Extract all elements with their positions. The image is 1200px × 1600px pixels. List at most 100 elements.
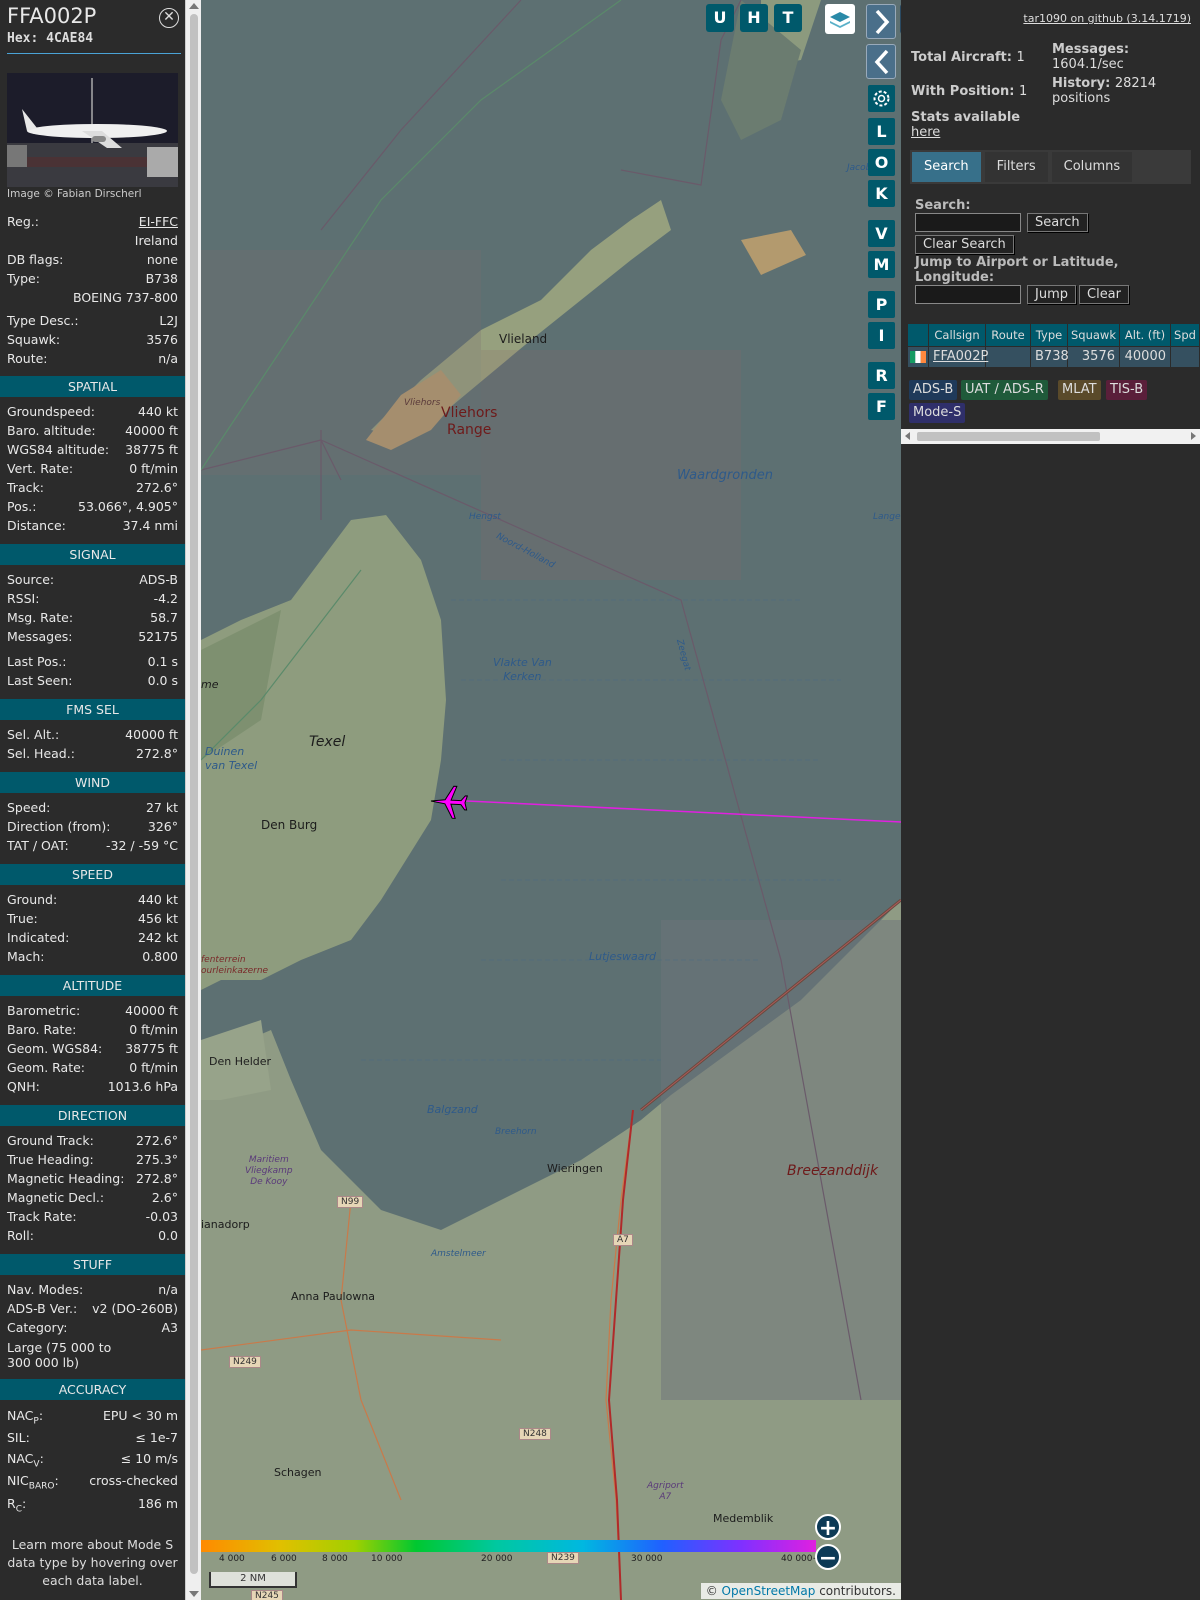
spatial-label[interactable]: WGS84 altitude: xyxy=(7,442,109,457)
table-horizontal-scrollbar[interactable] xyxy=(901,429,1200,444)
aircraft-icon[interactable] xyxy=(429,782,469,822)
clear-button[interactable]: Clear xyxy=(1079,285,1129,304)
direction-label[interactable]: Magnetic Decl.: xyxy=(7,1190,104,1205)
speed-label[interactable]: True: xyxy=(7,911,38,926)
spatial-label[interactable]: Distance: xyxy=(7,518,66,533)
k-button[interactable]: K xyxy=(868,180,895,207)
spatial-label[interactable]: Pos.: xyxy=(7,499,36,514)
o-button[interactable]: O xyxy=(868,149,895,176)
layers-button[interactable] xyxy=(825,4,855,34)
altitude-label[interactable]: Baro. Rate: xyxy=(7,1022,76,1037)
wind-label[interactable]: Direction (from): xyxy=(7,819,111,834)
zoom-out-button[interactable]: − xyxy=(815,1544,841,1571)
column-flag[interactable] xyxy=(908,324,929,346)
altitude-label[interactable]: QNH: xyxy=(7,1079,40,1094)
column-callsign[interactable]: Callsign xyxy=(929,324,986,346)
expand-right-button[interactable] xyxy=(866,4,896,39)
wind-value: 27 kt xyxy=(145,800,178,815)
map-view[interactable]: Vlieland Vliehors Vliehors Range Waardgr… xyxy=(201,0,901,1600)
horizontal-scroll-thumb[interactable] xyxy=(917,432,1100,441)
scroll-down-icon[interactable] xyxy=(189,1591,199,1597)
scroll-left-icon[interactable] xyxy=(905,432,910,440)
label-duinen-van-texel: Duinen van Texel xyxy=(205,745,258,772)
wind-label[interactable]: TAT / OAT: xyxy=(7,838,69,853)
direction-label[interactable]: True Heading: xyxy=(7,1152,94,1167)
altitude-label[interactable]: Geom. Rate: xyxy=(7,1060,85,1075)
stats-here-link[interactable]: here xyxy=(911,125,940,140)
wind-row: TAT / OAT: -32 / -59 °C xyxy=(7,838,178,856)
column-squawk[interactable]: Squawk xyxy=(1068,324,1120,346)
search-button[interactable]: Search xyxy=(1027,213,1088,232)
altitude-label[interactable]: Geom. WGS84: xyxy=(7,1041,102,1056)
source-badge-tisb[interactable]: TIS-B xyxy=(1106,380,1148,400)
signal-label[interactable]: Msg. Rate: xyxy=(7,610,73,625)
v-button[interactable]: V xyxy=(868,220,895,247)
signal-row: Last Seen: 0.0 s xyxy=(7,673,178,691)
scroll-thumb[interactable] xyxy=(190,14,198,1574)
clear-search-button[interactable]: Clear Search xyxy=(915,235,1014,254)
column-altitude[interactable]: Alt. (ft) xyxy=(1120,324,1171,346)
signal-label[interactable]: Messages: xyxy=(7,629,73,644)
scroll-right-icon[interactable] xyxy=(1191,432,1196,440)
column-type[interactable]: Type xyxy=(1031,324,1068,346)
source-badge-modes[interactable]: Mode-S xyxy=(909,403,966,423)
aircraft-photo[interactable] xyxy=(7,73,178,187)
row-callsign[interactable]: FFA002P xyxy=(929,347,988,367)
jump-button[interactable]: Jump xyxy=(1027,285,1076,304)
h-button[interactable]: H xyxy=(740,4,768,32)
source-badge-adsb[interactable]: ADS-B xyxy=(909,380,958,400)
signal-label[interactable]: Last Seen: xyxy=(7,673,72,688)
direction-label[interactable]: Roll: xyxy=(7,1228,34,1243)
t-button[interactable]: T xyxy=(774,4,802,32)
signal-label[interactable]: Source: xyxy=(7,572,54,587)
direction-label[interactable]: Track Rate: xyxy=(7,1209,77,1224)
tab-columns[interactable]: Columns xyxy=(1051,152,1133,182)
speed-label[interactable]: Ground: xyxy=(7,892,57,907)
column-route[interactable]: Route xyxy=(986,324,1031,346)
speed-label[interactable]: Mach: xyxy=(7,949,44,964)
stuff-label[interactable]: ADS-B Ver.: xyxy=(7,1301,77,1316)
l-button[interactable]: L xyxy=(868,118,895,145)
stuff-label[interactable]: Nav. Modes: xyxy=(7,1282,83,1297)
reg-link[interactable]: EI-FFC xyxy=(139,214,178,229)
tab-filters[interactable]: Filters xyxy=(984,152,1048,182)
speed-label[interactable]: Indicated: xyxy=(7,930,69,945)
source-badge-uat[interactable]: UAT / ADS-R xyxy=(961,380,1048,400)
fms-label[interactable]: Sel. Head.: xyxy=(7,746,75,761)
stuff-value: v2 (DO-260B) xyxy=(92,1301,178,1316)
u-button[interactable]: U xyxy=(706,4,734,32)
collapse-left-button[interactable] xyxy=(866,44,896,79)
github-link[interactable]: tar1090 on github (3.14.1719) xyxy=(1023,12,1191,25)
f-button[interactable]: F xyxy=(868,393,895,420)
p-button[interactable]: P xyxy=(868,291,895,318)
tab-search[interactable]: Search xyxy=(912,152,981,182)
spatial-label[interactable]: Groundspeed: xyxy=(7,404,95,419)
m-button[interactable]: M xyxy=(868,251,895,278)
signal-label[interactable]: RSSI: xyxy=(7,591,39,606)
close-icon[interactable]: ✕ xyxy=(159,8,179,28)
source-badge-mlat[interactable]: MLAT xyxy=(1058,380,1101,400)
sidebar-scrollbar[interactable] xyxy=(185,0,201,1600)
r-button[interactable]: R xyxy=(868,362,895,389)
direction-label[interactable]: Ground Track: xyxy=(7,1133,94,1148)
i-button[interactable]: I xyxy=(868,322,895,349)
altitude-label[interactable]: Barometric: xyxy=(7,1003,80,1018)
stuff-label[interactable]: Category: xyxy=(7,1320,67,1335)
jump-input[interactable] xyxy=(915,285,1021,304)
openstreetmap-link[interactable]: OpenStreetMap xyxy=(722,1584,816,1598)
direction-label[interactable]: Magnetic Heading: xyxy=(7,1171,124,1186)
zoom-in-button[interactable]: + xyxy=(815,1514,841,1541)
column-speed[interactable]: Spd xyxy=(1171,324,1200,346)
wind-label[interactable]: Speed: xyxy=(7,800,50,815)
aircraft-table-header: Callsign Route Type Squawk Alt. (ft) Spd xyxy=(908,324,1200,346)
spatial-label[interactable]: Track: xyxy=(7,480,44,495)
fms-label[interactable]: Sel. Alt.: xyxy=(7,727,59,742)
scroll-up-icon[interactable] xyxy=(189,3,199,9)
spatial-label[interactable]: Baro. altitude: xyxy=(7,423,96,438)
signal-label[interactable]: Last Pos.: xyxy=(7,654,66,669)
settings-button[interactable] xyxy=(868,85,895,112)
direction-value: 275.3° xyxy=(135,1152,178,1167)
table-row[interactable]: FFA002P B738 3576 40000 xyxy=(908,347,1200,367)
spatial-label[interactable]: Vert. Rate: xyxy=(7,461,73,476)
search-input[interactable] xyxy=(915,213,1021,232)
